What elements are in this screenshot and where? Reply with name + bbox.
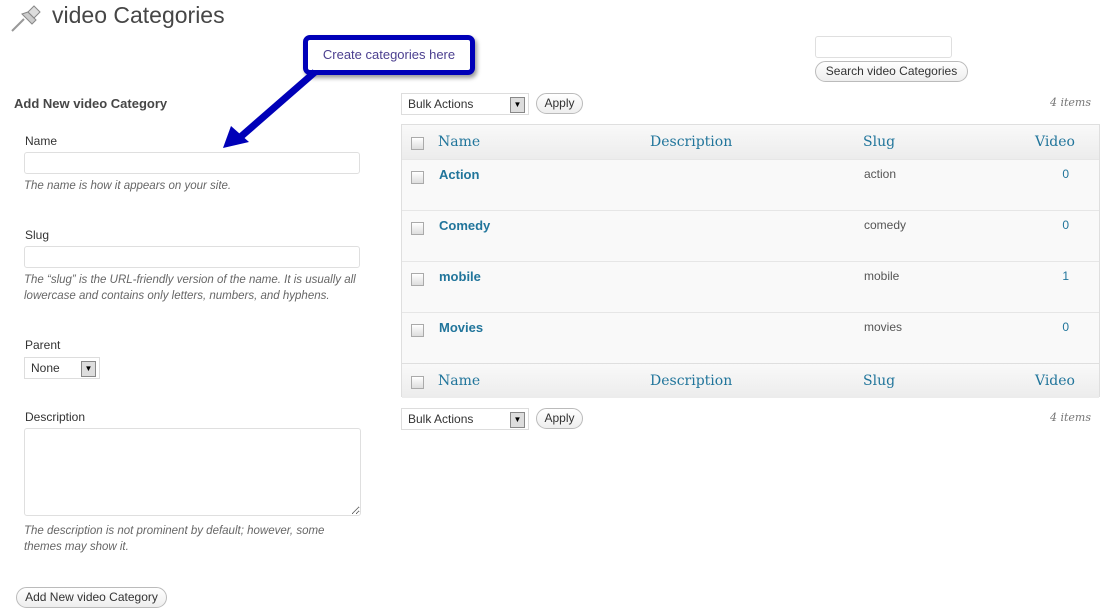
- category-slug: mobile: [864, 269, 900, 283]
- search-input[interactable]: [815, 36, 952, 58]
- form-heading: Add New video Category: [14, 96, 168, 111]
- name-hint: The name is how it appears on your site.: [24, 180, 232, 192]
- column-video-footer[interactable]: Video: [1035, 373, 1075, 389]
- apply-button-bottom[interactable]: Apply: [536, 408, 583, 429]
- bulk-actions-select-bottom[interactable]: Bulk Actions ▼: [401, 408, 529, 430]
- categories-table: Name Description Slug Video Action actio…: [401, 124, 1100, 398]
- slug-hint: The “slug” is the URL-friendly version o…: [24, 274, 356, 302]
- parent-select[interactable]: None ▼: [24, 357, 100, 379]
- category-name-link[interactable]: Action: [439, 167, 479, 182]
- category-name-link[interactable]: Comedy: [439, 218, 490, 233]
- slug-label: Slug: [25, 228, 50, 242]
- select-all-checkbox-footer[interactable]: [411, 376, 424, 389]
- column-slug-footer[interactable]: Slug: [863, 373, 895, 389]
- description-hint: The description is not prominent by defa…: [24, 525, 325, 553]
- table-row: Comedy comedy 0: [402, 210, 1099, 261]
- description-label: Description: [25, 410, 86, 424]
- add-category-button[interactable]: Add New video Category: [16, 587, 167, 608]
- items-count-top: 4 items: [1049, 96, 1091, 109]
- row-checkbox[interactable]: [411, 222, 424, 235]
- select-all-checkbox[interactable]: [411, 137, 424, 150]
- page-title: video Categories: [52, 2, 225, 28]
- column-video[interactable]: Video: [1035, 134, 1075, 150]
- category-count-link[interactable]: 0: [1062, 218, 1069, 232]
- bulk-actions-value: Bulk Actions: [408, 412, 474, 426]
- name-label: Name: [25, 134, 58, 148]
- chevron-down-icon: ▼: [81, 361, 96, 377]
- column-name-footer[interactable]: Name: [438, 373, 480, 389]
- row-checkbox[interactable]: [411, 324, 424, 337]
- items-count-bottom: 4 items: [1049, 411, 1091, 424]
- category-name-link[interactable]: Movies: [439, 320, 483, 335]
- category-count-link[interactable]: 0: [1062, 320, 1069, 334]
- table-row: Action action 0: [402, 159, 1099, 210]
- parent-label: Parent: [25, 338, 61, 352]
- table-footer: Name Description Slug Video: [402, 363, 1099, 398]
- row-checkbox[interactable]: [411, 273, 424, 286]
- table-row: Movies movies 0: [402, 312, 1099, 363]
- callout-annotation: Create categories here: [303, 35, 475, 75]
- apply-button-top[interactable]: Apply: [536, 93, 583, 114]
- name-input[interactable]: [24, 152, 360, 174]
- bulk-actions-value: Bulk Actions: [408, 97, 474, 111]
- column-slug[interactable]: Slug: [863, 134, 895, 150]
- bulk-actions-select-top[interactable]: Bulk Actions ▼: [401, 93, 529, 115]
- category-name-link[interactable]: mobile: [439, 269, 481, 284]
- category-slug: comedy: [864, 218, 907, 232]
- column-description-footer[interactable]: Description: [650, 373, 732, 389]
- chevron-down-icon: ▼: [510, 412, 525, 428]
- description-textarea[interactable]: [24, 428, 361, 516]
- pushpin-icon: [11, 5, 41, 32]
- column-description[interactable]: Description: [650, 134, 732, 150]
- chevron-down-icon: ▼: [510, 97, 525, 113]
- parent-value: None: [31, 361, 60, 375]
- table-header: Name Description Slug Video: [402, 125, 1099, 159]
- slug-input[interactable]: [24, 246, 360, 268]
- category-count-link[interactable]: 1: [1062, 269, 1069, 283]
- arrow-annotation-icon: [223, 69, 318, 148]
- category-slug: action: [864, 167, 897, 181]
- table-row: mobile mobile 1: [402, 261, 1099, 312]
- column-name[interactable]: Name: [438, 134, 480, 150]
- category-slug: movies: [864, 320, 903, 334]
- search-button[interactable]: Search video Categories: [815, 61, 968, 82]
- row-checkbox[interactable]: [411, 171, 424, 184]
- category-count-link[interactable]: 0: [1062, 167, 1069, 181]
